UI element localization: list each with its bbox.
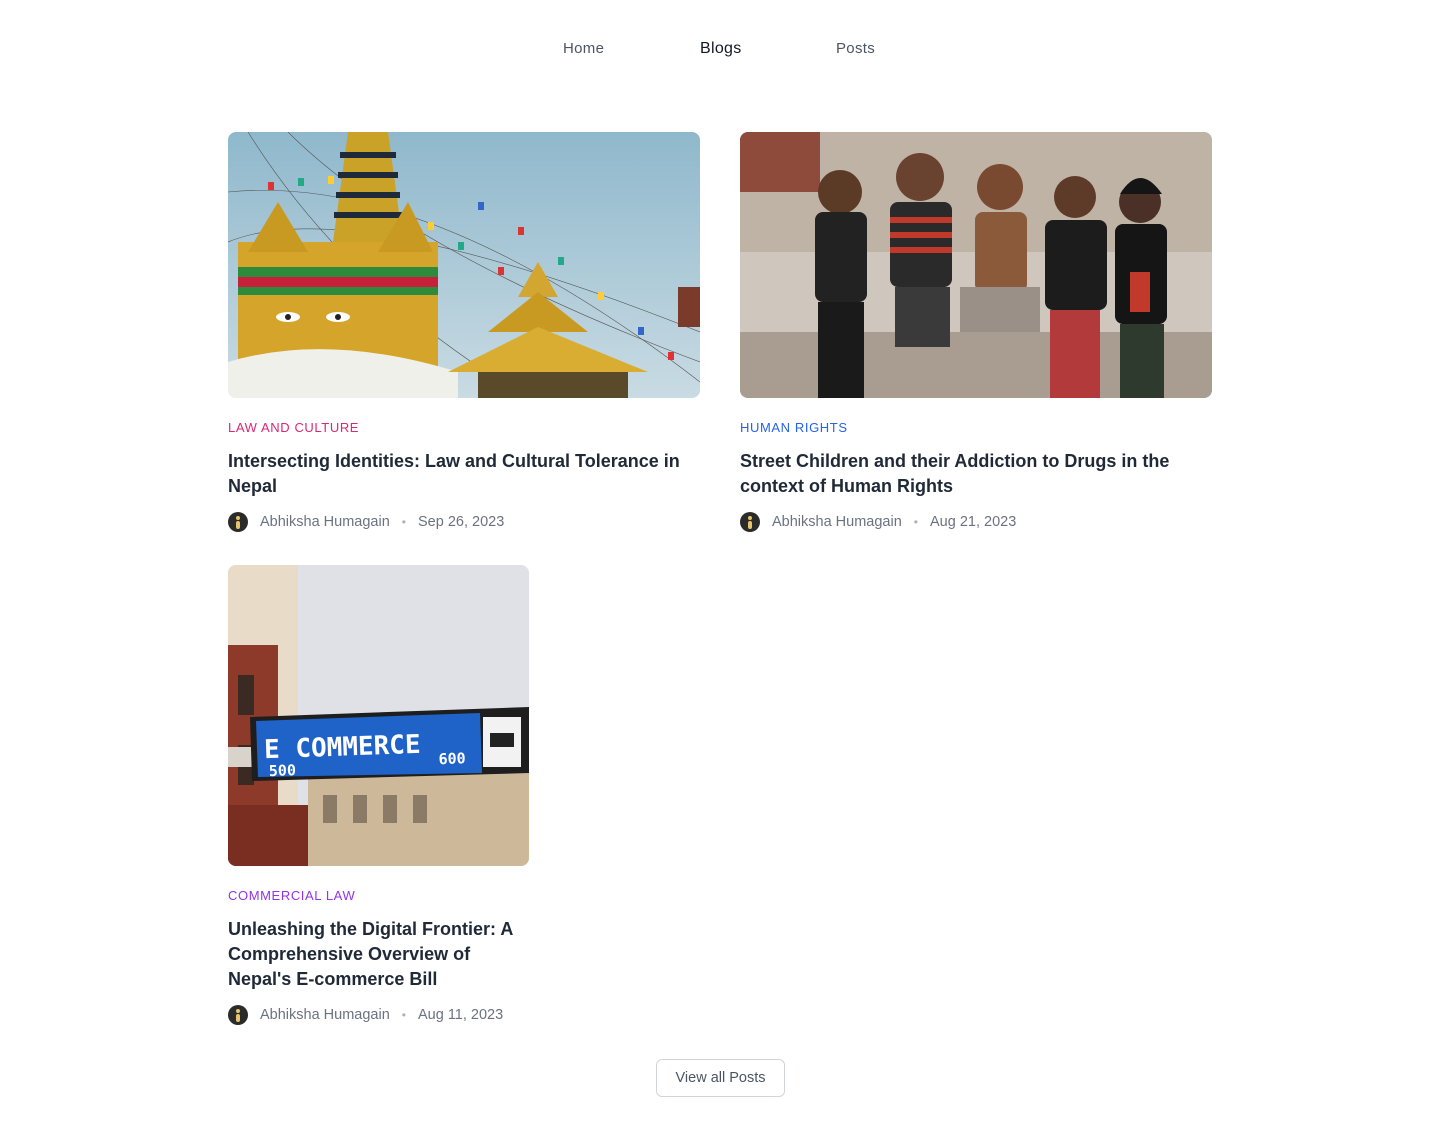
- author-name: Abhiksha Humagain: [772, 514, 902, 530]
- post-title[interactable]: Intersecting Identities: Law and Cultura…: [228, 449, 700, 499]
- sign-main-text: E COMMERCE: [264, 730, 421, 765]
- post-date: Aug 11, 2023: [417, 1007, 504, 1023]
- nav-blogs-link[interactable]: Blogs: [700, 40, 742, 58]
- post-meta: Abhiksha Humagain • Sep 26, 2023: [228, 511, 700, 533]
- author-name: Abhiksha Humagain: [260, 1007, 390, 1023]
- post-date: Sep 26, 2023: [417, 514, 505, 530]
- post-thumbnail[interactable]: [228, 132, 700, 398]
- post-category[interactable]: Commercial Law: [228, 888, 529, 903]
- author-avatar: [740, 512, 760, 532]
- ecommerce-street-sign-image: E COMMERCE 500 600: [228, 565, 529, 866]
- post-meta: Abhiksha Humagain • Aug 21, 2023: [740, 511, 1212, 533]
- meta-separator: •: [401, 515, 406, 529]
- stupa-prayer-flags-image: [228, 132, 700, 398]
- post-date: Aug 21, 2023: [929, 514, 1017, 530]
- author-name: Abhiksha Humagain: [260, 514, 390, 530]
- blog-card: E COMMERCE 500 600 Commercial Law Unleas…: [228, 565, 529, 1026]
- post-title[interactable]: Street Children and their Addiction to D…: [740, 449, 1212, 499]
- blog-card: Human Rights Street Children and their A…: [740, 132, 1212, 533]
- top-nav: Home Blogs Posts: [0, 40, 1440, 60]
- post-meta: Abhiksha Humagain • Aug 11, 2023: [228, 1004, 529, 1026]
- nav-posts-link[interactable]: Posts: [836, 40, 875, 57]
- post-title[interactable]: Unleashing the Digital Frontier: A Compr…: [228, 917, 529, 992]
- meta-separator: •: [913, 515, 918, 529]
- sign-left-number: 500: [269, 761, 297, 780]
- post-thumbnail[interactable]: [740, 132, 1212, 398]
- street-children-image: [740, 132, 1212, 398]
- author-avatar: [228, 1005, 248, 1025]
- view-all-posts-button[interactable]: View all Posts: [656, 1059, 785, 1097]
- post-category[interactable]: Law and Culture: [228, 420, 700, 435]
- sign-right-number: 600: [438, 749, 466, 768]
- nav-home-link[interactable]: Home: [563, 40, 604, 57]
- blog-card: Law and Culture Intersecting Identities:…: [228, 132, 700, 533]
- meta-separator: •: [401, 1008, 406, 1022]
- author-avatar: [228, 512, 248, 532]
- post-category[interactable]: Human Rights: [740, 420, 1212, 435]
- post-thumbnail[interactable]: E COMMERCE 500 600: [228, 565, 529, 866]
